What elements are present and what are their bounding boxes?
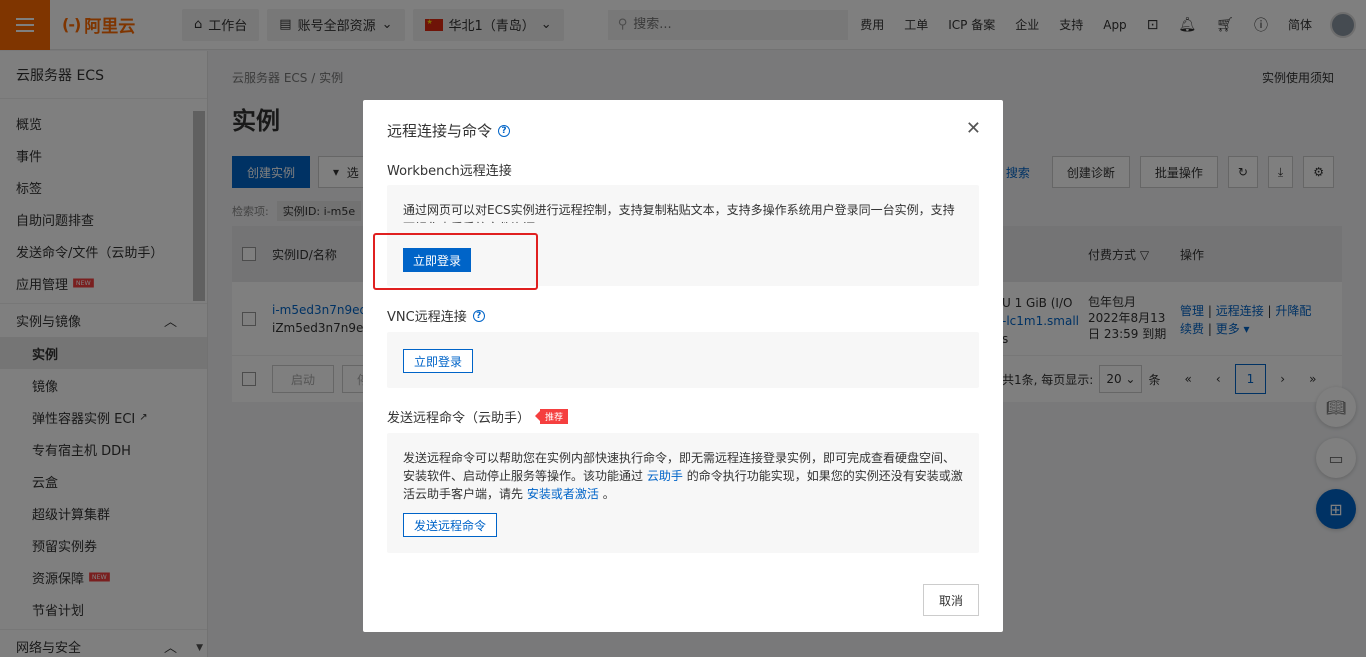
vnc-section <box>387 332 979 388</box>
cloud-assistant-description: 发送远程命令可以帮助您在实例内部快速执行命令，即无需远程连接登录实例，即可完成查… <box>403 451 963 501</box>
install-activate-link[interactable]: 安装或者激活 <box>527 487 599 501</box>
cloud-assistant-link[interactable]: 云助手 <box>647 469 683 483</box>
remote-connect-dialog: 远程连接与命令 ? ✕ Workbench远程连接 通过网页可以对ECS实例进行… <box>363 100 1003 632</box>
cancel-button[interactable]: 取消 <box>923 584 979 616</box>
vnc-login-button[interactable]: 立即登录 <box>403 349 474 373</box>
vnc-section-title: VNC远程连接 ? <box>387 306 485 325</box>
recommend-badge: 推荐 <box>535 409 569 424</box>
help-icon[interactable]: ? <box>498 124 511 137</box>
dialog-title: 远程连接与命令 ? <box>387 120 511 141</box>
highlight-box <box>373 233 538 290</box>
close-icon[interactable]: ✕ <box>966 118 981 139</box>
help-icon[interactable]: ? <box>472 309 485 322</box>
cloud-assistant-section-title: 发送远程命令（云助手） 推荐 <box>387 407 569 426</box>
send-command-button[interactable]: 发送远程命令 <box>403 513 498 537</box>
workbench-description: 通过网页可以对ECS实例进行远程控制，支持复制粘贴文本，支持多操作系统用户登录同… <box>403 203 955 223</box>
workbench-section-title: Workbench远程连接 <box>387 164 512 179</box>
